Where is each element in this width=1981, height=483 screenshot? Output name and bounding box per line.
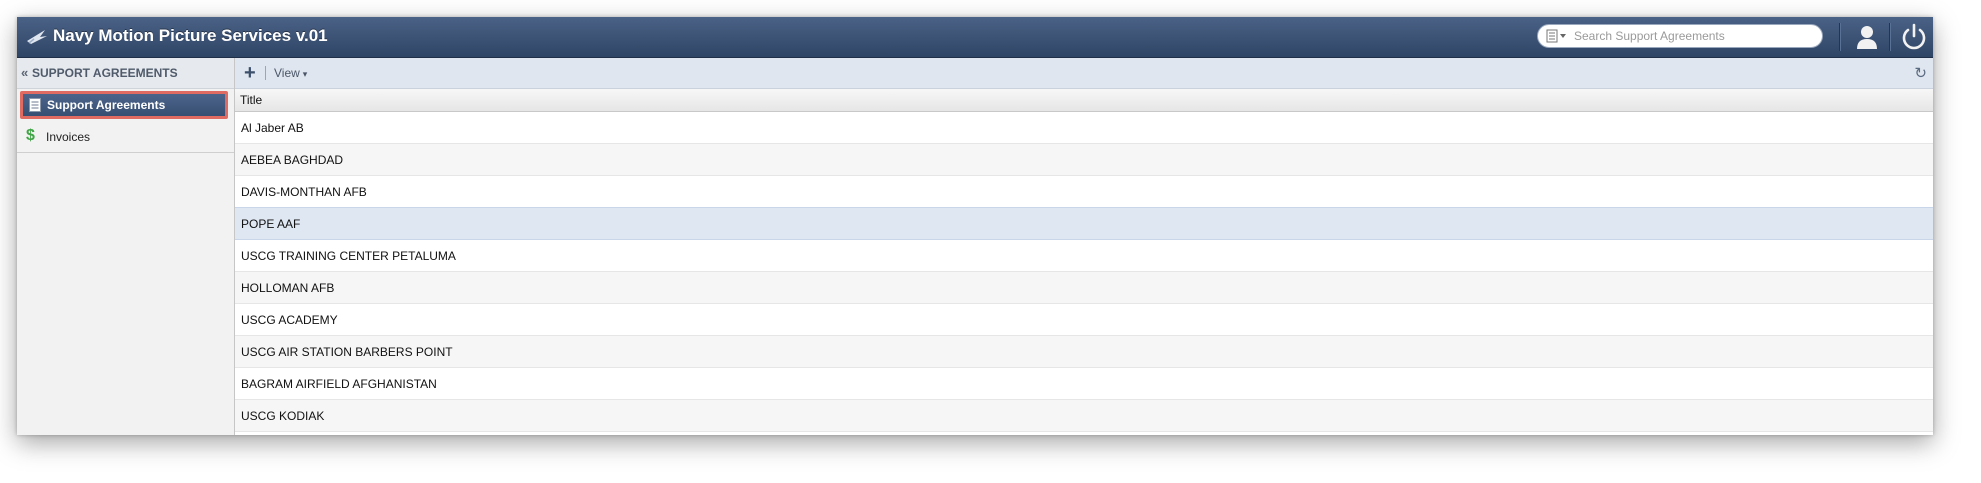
table-cell-title: AEBEA BAGHDAD [241, 153, 344, 167]
divider [1839, 23, 1840, 51]
table-row[interactable]: Al Jaber AB [235, 112, 1933, 144]
grid-body: Al Jaber AB AEBEA BAGHDAD DAVIS-MONTHAN AF… [235, 112, 1933, 432]
table-row[interactable]: USCG TRAINING CENTER PETALUMA [235, 240, 1933, 272]
user-icon[interactable] [1853, 23, 1881, 51]
sidebar-item-support-agreements[interactable]: Support Agreements [20, 91, 228, 119]
collapse-icon[interactable]: « [21, 65, 28, 80]
table-row[interactable]: HOLLOMAN AFB [235, 272, 1933, 304]
divider [1889, 23, 1890, 51]
table-row[interactable]: USCG ACADEMY [235, 304, 1933, 336]
grid-header: Title [235, 89, 1933, 112]
main-panel: + View ▾ ↻ Title Al Jaber AB AEBEA BAGHDAD… [235, 58, 1933, 435]
sidebar-item-active-bg: Support Agreements [23, 94, 225, 116]
sidebar-title: SUPPORT AGREEMENTS [32, 66, 178, 80]
column-header-title[interactable]: Title [240, 93, 262, 107]
power-icon[interactable] [1899, 22, 1929, 52]
dollar-icon: $ [26, 127, 35, 144]
table-cell-title: Al Jaber AB [241, 121, 304, 135]
divider [265, 66, 266, 80]
refresh-icon[interactable]: ↻ [1914, 64, 1927, 82]
view-menu[interactable]: View ▾ [274, 66, 307, 80]
view-menu-label: View [274, 66, 300, 80]
table-row[interactable]: DAVIS-MONTHAN AFB [235, 176, 1933, 208]
table-cell-title: BAGRAM AIRFIELD AFGHANISTAN [241, 377, 437, 391]
table-cell-title: DAVIS-MONTHAN AFB [241, 185, 367, 199]
document-icon [29, 98, 41, 112]
table-cell-title: USCG AIR STATION BARBERS POINT [241, 345, 453, 359]
app-title: Navy Motion Picture Services v.01 [53, 26, 328, 45]
table-row[interactable]: USCG AIR STATION BARBERS POINT [235, 336, 1933, 368]
table-row[interactable]: BAGRAM AIRFIELD AFGHANISTAN [235, 368, 1933, 400]
table-row[interactable]: POPE AAF [235, 207, 1933, 240]
table-cell-title: HOLLOMAN AFB [241, 281, 335, 295]
search-type-icon[interactable] [1546, 29, 1570, 43]
chevron-down-icon: ▾ [302, 69, 308, 79]
sidebar-item-label: Invoices [46, 130, 91, 144]
search-input[interactable] [1574, 27, 1814, 45]
sidebar: « SUPPORT AGREEMENTS Support Agreements … [17, 58, 235, 435]
table-row[interactable]: AEBEA BAGHDAD [235, 144, 1933, 176]
table-cell-title: USCG TRAINING CENTER PETALUMA [241, 249, 456, 263]
top-bar: Navy Motion Picture Services v.01 [17, 17, 1933, 58]
table-cell-title: POPE AAF [241, 217, 301, 231]
table-cell-title: USCG ACADEMY [241, 313, 338, 327]
search-box[interactable] [1537, 24, 1823, 48]
table-row[interactable]: USCG KODIAK [235, 400, 1933, 432]
sidebar-item-label: Support Agreements [47, 98, 166, 112]
app-window: Navy Motion Picture Services v.01 « SUPP [17, 17, 1933, 435]
table-cell-title: USCG KODIAK [241, 409, 325, 423]
app-logo-icon [27, 30, 47, 44]
list-toolbar: + View ▾ ↻ [235, 58, 1933, 89]
sidebar-item-invoices[interactable]: $ Invoices [17, 122, 234, 153]
sidebar-header: « SUPPORT AGREEMENTS [17, 58, 234, 89]
add-button[interactable]: + [244, 63, 262, 83]
